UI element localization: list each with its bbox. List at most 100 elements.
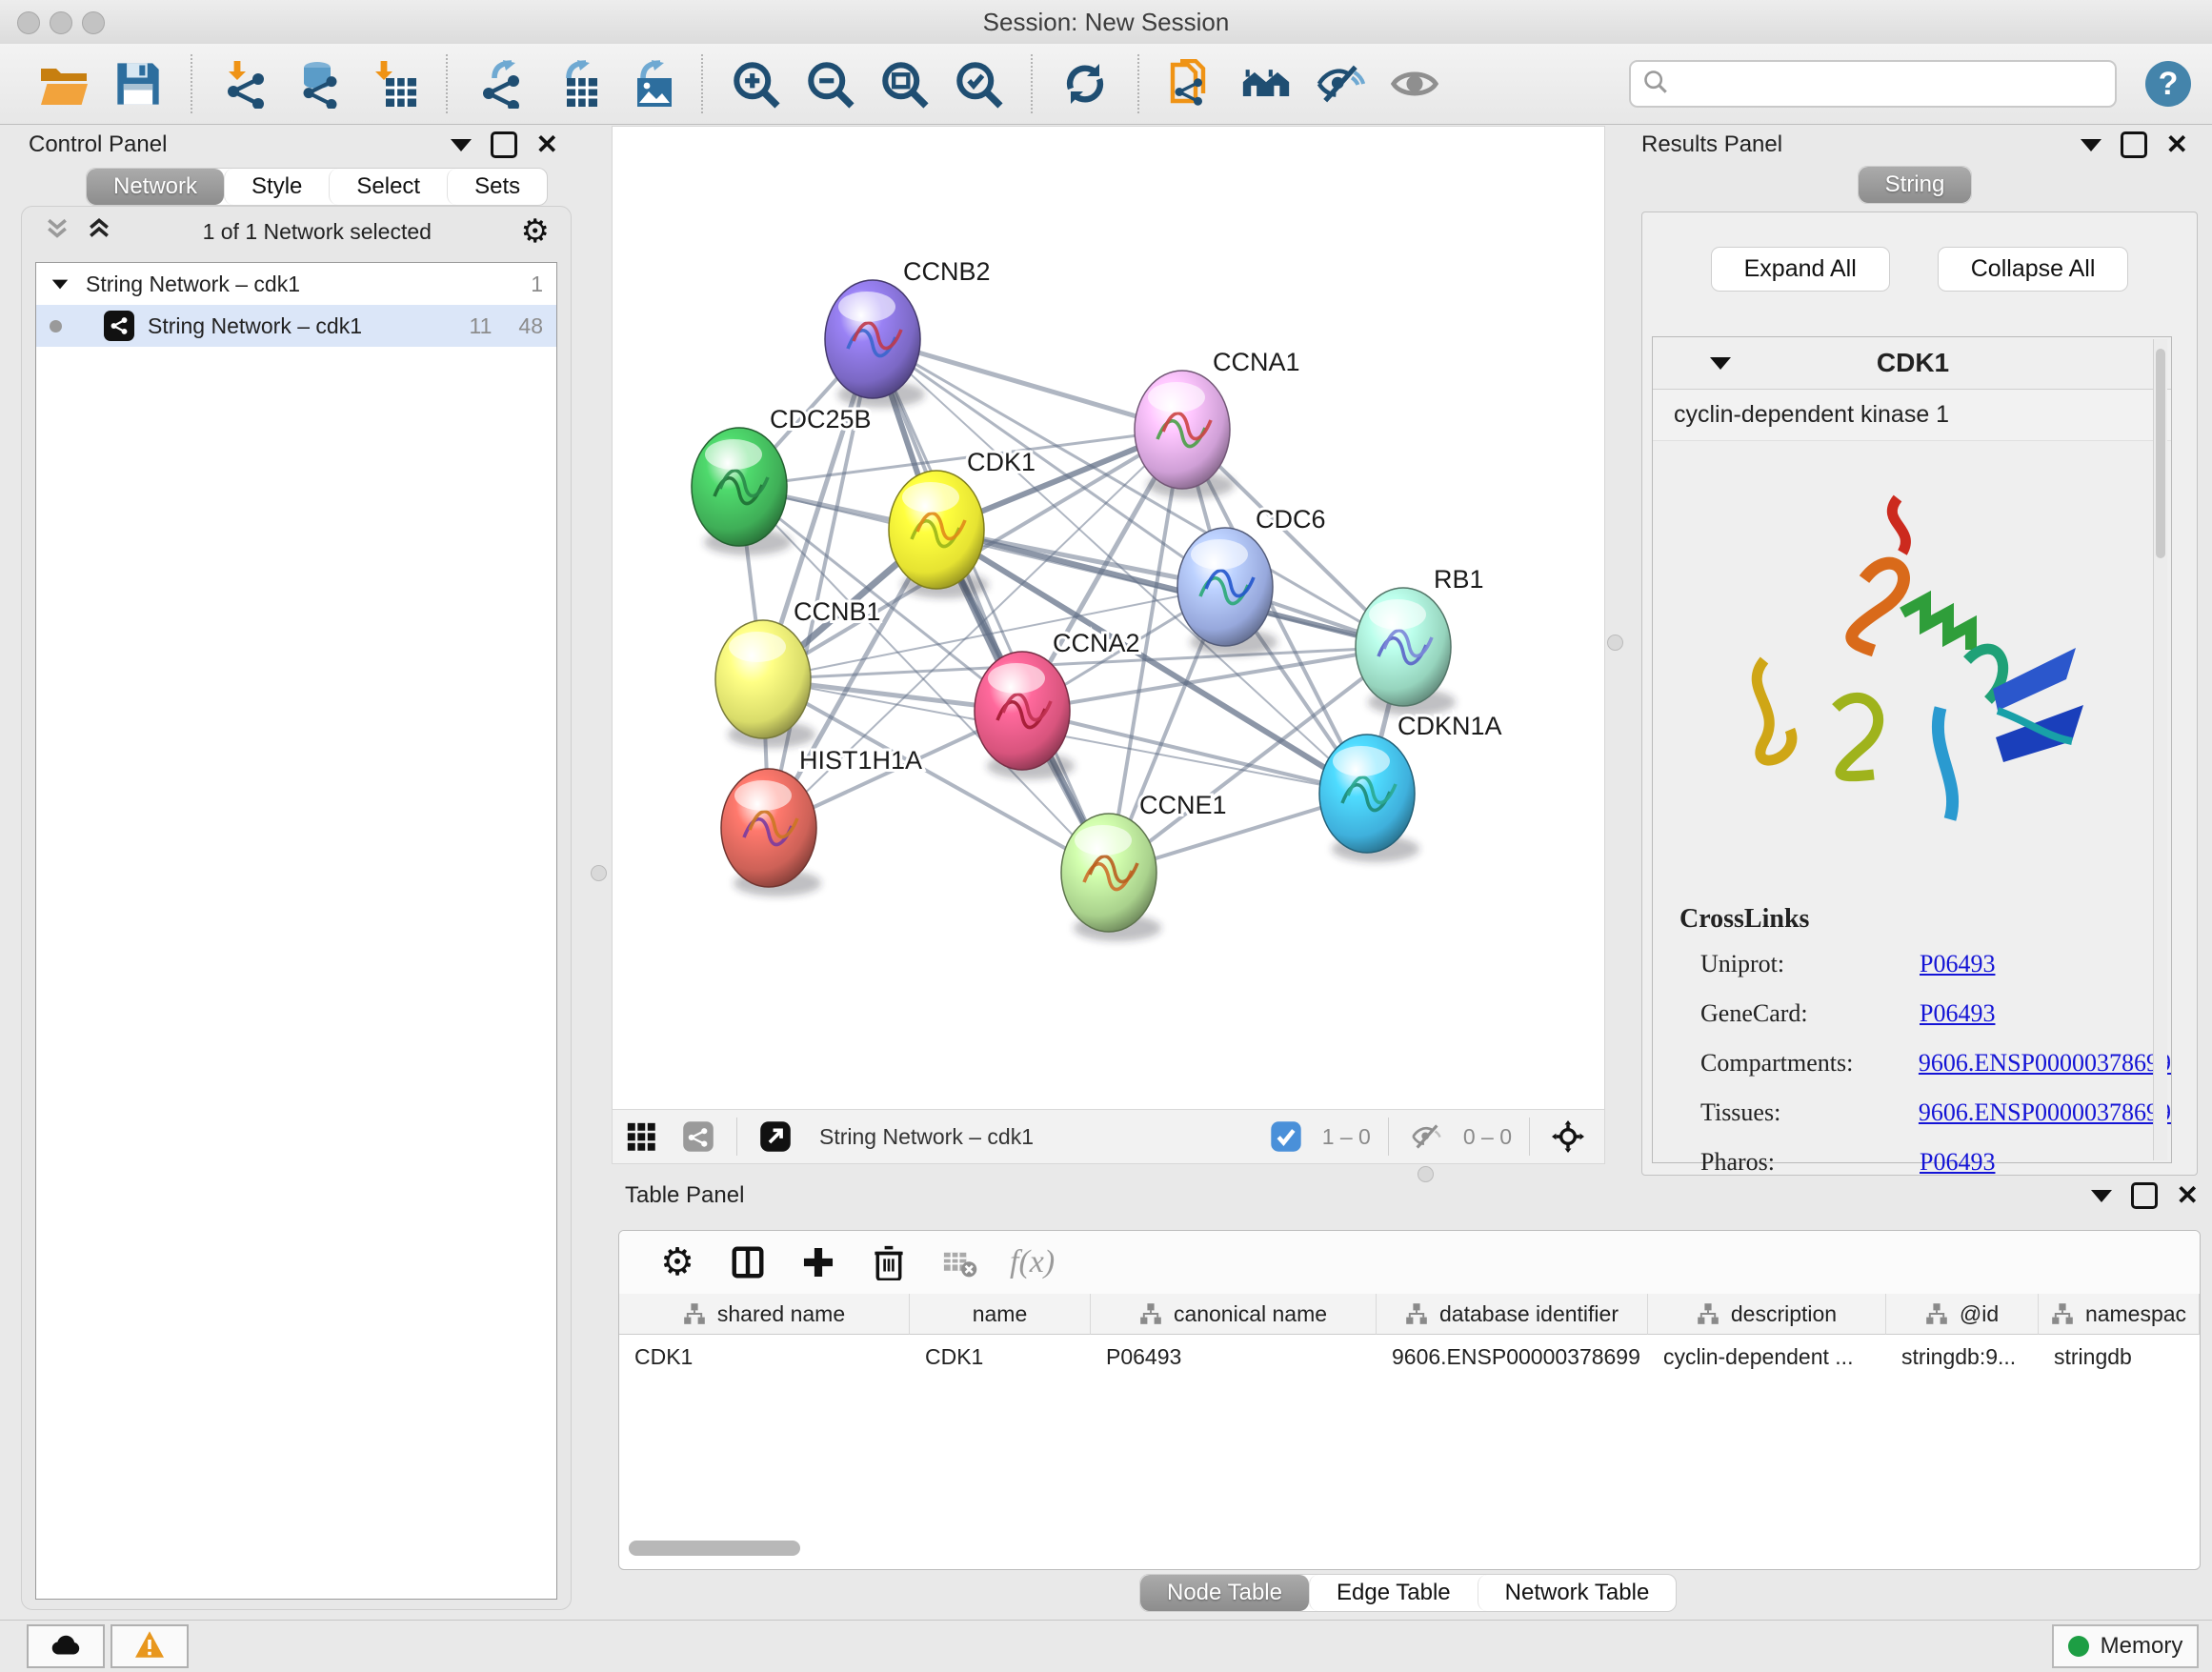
crosslink-link[interactable]: 9606.ENSP00000378699: [1919, 1049, 2171, 1078]
table-cell[interactable]: P06493: [1091, 1335, 1377, 1379]
crosslinks-block: CrossLinks Uniprot:P06493GeneCard:P06493…: [1653, 889, 2171, 1177]
expand-all-button[interactable]: Expand All: [1711, 247, 1890, 292]
help-button[interactable]: ?: [2145, 61, 2191, 107]
network-overview-icon[interactable]: [679, 1118, 717, 1156]
network-edge[interactable]: [873, 339, 1109, 873]
results-scrollbar-thumb[interactable]: [2156, 349, 2165, 558]
import-network-from-database-icon: [294, 59, 344, 109]
birds-eye-view-icon[interactable]: [622, 1118, 660, 1156]
save-session-button[interactable]: [111, 56, 166, 111]
import-network-from-file-button[interactable]: [217, 56, 272, 111]
network-node-hist1h1a[interactable]: HIST1H1A: [721, 746, 922, 896]
float-panel-icon[interactable]: [451, 139, 472, 151]
protein-structure-image: [1653, 441, 2171, 889]
float-table-panel-icon[interactable]: [2091, 1190, 2112, 1202]
close-table-panel-icon[interactable]: ✕: [2177, 1185, 2199, 1206]
network-node-ccne1[interactable]: CCNE1: [1061, 791, 1227, 941]
search-box[interactable]: [1629, 60, 2117, 108]
tab-string[interactable]: String: [1859, 167, 1972, 203]
export-image-icon: [624, 59, 674, 109]
right-splitter-handle[interactable]: [1607, 635, 1623, 651]
export-table-button[interactable]: [547, 56, 602, 111]
column-header-description[interactable]: description: [1648, 1294, 1886, 1335]
tab-node-table[interactable]: Node Table: [1140, 1575, 1309, 1611]
new-network-from-selection-button[interactable]: [1164, 56, 1219, 111]
zoom-selected-button[interactable]: [951, 56, 1006, 111]
export-image-button[interactable]: [621, 56, 676, 111]
column-header-shared-name[interactable]: shared name: [619, 1294, 910, 1335]
maximize-panel-icon[interactable]: [491, 131, 517, 158]
warnings-button[interactable]: [111, 1624, 189, 1668]
search-input[interactable]: [1669, 70, 2115, 98]
float-results-panel-icon[interactable]: [2081, 139, 2101, 151]
maximize-results-panel-icon[interactable]: [2121, 131, 2147, 158]
network-collection-row[interactable]: String Network – cdk1 1: [36, 263, 556, 305]
crosslink-link[interactable]: P06493: [1920, 999, 1995, 1028]
show-columns-icon[interactable]: [726, 1240, 770, 1284]
table-horizontal-scrollbar[interactable]: [629, 1541, 800, 1556]
fit-selected-icon[interactable]: [1549, 1118, 1587, 1156]
results-scrollbar[interactable]: [2153, 339, 2167, 1160]
column-header-@id[interactable]: @id: [1886, 1294, 2039, 1335]
collapse-all-button[interactable]: Collapse All: [1938, 247, 2129, 292]
tab-edge-table[interactable]: Edge Table: [1309, 1575, 1478, 1611]
crosslink-link[interactable]: P06493: [1920, 950, 1995, 978]
app-window: Session: New Session ? Control Panel ✕ N…: [0, 0, 2212, 1671]
table-cell[interactable]: 9606.ENSP00000378699: [1377, 1335, 1648, 1379]
table-cell[interactable]: stringdb: [2039, 1335, 2200, 1379]
column-header-name[interactable]: name: [910, 1294, 1091, 1335]
zoom-in-button[interactable]: [728, 56, 783, 111]
close-panel-icon[interactable]: ✕: [536, 134, 558, 155]
column-header-canonical-name[interactable]: canonical name: [1091, 1294, 1377, 1335]
table-header-row: shared namenamecanonical namedatabase id…: [619, 1294, 2200, 1335]
tab-network-table[interactable]: Network Table: [1478, 1575, 1677, 1611]
table-options-gear-icon[interactable]: ⚙: [655, 1240, 699, 1284]
cloud-tasks-button[interactable]: [27, 1624, 105, 1668]
tab-network[interactable]: Network: [87, 169, 224, 205]
tab-style[interactable]: Style: [224, 169, 329, 205]
network-edge[interactable]: [1022, 711, 1367, 794]
export-network-button[interactable]: [473, 56, 528, 111]
selected-items-checkbox-icon[interactable]: [1267, 1118, 1305, 1156]
crosslink-link[interactable]: 9606.ENSP00000378699: [1919, 1098, 2171, 1127]
open-session-button[interactable]: [36, 56, 91, 111]
expand-all-networks-icon[interactable]: [43, 214, 71, 249]
refresh-view-button[interactable]: [1057, 56, 1113, 111]
left-splitter-handle[interactable]: [591, 865, 607, 881]
tab-sets[interactable]: Sets: [447, 169, 547, 205]
network-node-rb1[interactable]: RB1: [1356, 565, 1484, 715]
hide-selected-button[interactable]: [1313, 56, 1368, 111]
table-cell[interactable]: stringdb:9...: [1886, 1335, 2039, 1379]
zoom-fit-button[interactable]: [876, 56, 932, 111]
detach-view-icon[interactable]: [756, 1118, 794, 1156]
import-network-from-database-button[interactable]: [292, 56, 347, 111]
network-options-gear-icon[interactable]: ⚙: [521, 217, 550, 246]
table-cell[interactable]: CDK1: [910, 1335, 1091, 1379]
tab-select[interactable]: Select: [329, 169, 447, 205]
network-row[interactable]: String Network – cdk1 11 48: [36, 305, 556, 347]
column-header-namespac[interactable]: namespac: [2039, 1294, 2200, 1335]
memory-button[interactable]: Memory: [2052, 1624, 2199, 1668]
add-column-icon[interactable]: [796, 1240, 840, 1284]
collection-expand-icon[interactable]: [52, 279, 69, 289]
table-cell[interactable]: CDK1: [619, 1335, 910, 1379]
collapse-section-icon[interactable]: [1710, 357, 1731, 370]
zoom-out-button[interactable]: [802, 56, 857, 111]
node-label: HIST1H1A: [799, 746, 922, 775]
first-neighbors-button[interactable]: [1238, 56, 1294, 111]
close-results-panel-icon[interactable]: ✕: [2166, 134, 2188, 155]
show-all-button[interactable]: [1387, 56, 1442, 111]
import-table-from-file-button[interactable]: [366, 56, 421, 111]
column-header-database-identifier[interactable]: database identifier: [1377, 1294, 1648, 1335]
crosslink-link[interactable]: P06493: [1920, 1148, 1995, 1177]
import-table-from-file-icon: [369, 59, 418, 109]
collapse-all-networks-icon[interactable]: [85, 214, 113, 249]
network-node-ccnb2[interactable]: CCNB2: [825, 257, 991, 408]
hidden-items-icon[interactable]: [1408, 1118, 1446, 1156]
network-node-cdkn1a[interactable]: CDKN1A: [1319, 712, 1502, 862]
maximize-table-panel-icon[interactable]: [2131, 1182, 2158, 1209]
table-cell[interactable]: cyclin-dependent ...: [1648, 1335, 1886, 1379]
network-canvas[interactable]: CCNB2CCNA1CDC25BCDK1CDC6RB1CCNB1CCNA2CDK…: [612, 126, 1605, 1111]
delete-column-icon[interactable]: [867, 1240, 911, 1284]
network-node-ccna1[interactable]: CCNA1: [1135, 348, 1300, 498]
